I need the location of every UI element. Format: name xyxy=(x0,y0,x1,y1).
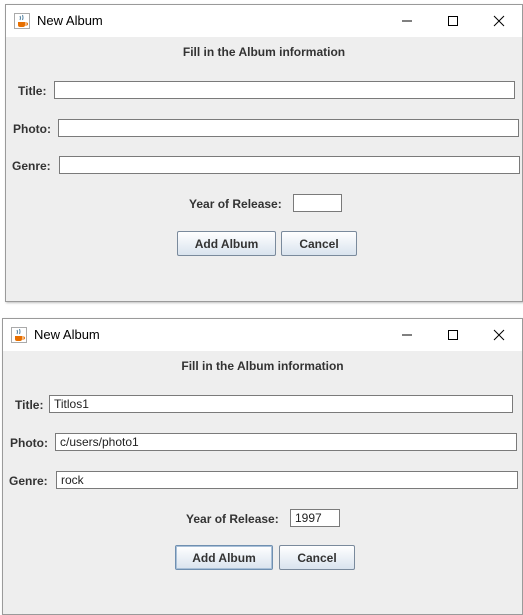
photo-label: Photo: xyxy=(13,122,51,136)
year-label: Year of Release: xyxy=(189,197,282,211)
form-heading: Fill in the Album information xyxy=(181,359,344,373)
java-coffee-cup-icon xyxy=(11,327,27,343)
java-coffee-cup-icon xyxy=(14,13,30,29)
photo-label: Photo: xyxy=(10,436,48,450)
add-album-button[interactable]: Add Album xyxy=(175,545,273,570)
title-field[interactable] xyxy=(54,81,515,99)
add-album-button[interactable]: Add Album xyxy=(177,231,276,256)
title-label: Title: xyxy=(18,84,47,98)
genre-field[interactable] xyxy=(59,156,520,174)
close-icon xyxy=(493,329,505,341)
title-bar: New Album xyxy=(6,5,522,37)
minimize-button[interactable] xyxy=(384,5,430,37)
title-field[interactable]: Titlos1 xyxy=(49,395,513,413)
title-bar: New Album xyxy=(3,319,522,351)
minimize-button[interactable] xyxy=(384,319,430,351)
maximize-icon xyxy=(448,330,458,340)
genre-label: Genre: xyxy=(9,474,48,488)
new-album-dialog-empty: New Album Fill in the Album information … xyxy=(5,4,523,302)
cancel-button[interactable]: Cancel xyxy=(279,545,355,570)
window-title: New Album xyxy=(37,13,103,28)
new-album-dialog-filled: New Album Fill in the Album information … xyxy=(2,318,523,615)
cancel-button[interactable]: Cancel xyxy=(281,231,357,256)
close-button[interactable] xyxy=(476,5,522,37)
genre-label: Genre: xyxy=(12,159,51,173)
year-field[interactable] xyxy=(293,194,342,212)
maximize-button[interactable] xyxy=(430,5,476,37)
close-icon xyxy=(493,15,505,27)
window-title: New Album xyxy=(34,327,100,342)
photo-field[interactable] xyxy=(58,119,519,137)
maximize-icon xyxy=(448,16,458,26)
photo-field[interactable]: c/users/photo1 xyxy=(55,433,517,451)
genre-field[interactable]: rock xyxy=(56,471,518,489)
year-field[interactable]: 1997 xyxy=(290,509,340,527)
year-label: Year of Release: xyxy=(186,512,279,526)
minimize-icon xyxy=(402,20,412,22)
title-label: Title: xyxy=(15,398,44,412)
close-button[interactable] xyxy=(476,319,522,351)
form-heading: Fill in the Album information xyxy=(182,45,346,59)
minimize-icon xyxy=(402,334,412,336)
maximize-button[interactable] xyxy=(430,319,476,351)
